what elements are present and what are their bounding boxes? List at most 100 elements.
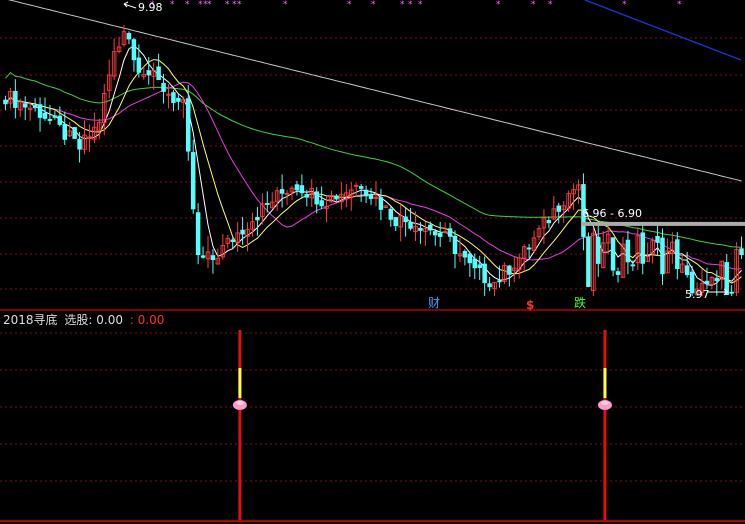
indicator-value: 0.00 bbox=[96, 313, 123, 327]
candle-body bbox=[131, 39, 137, 61]
candle-body bbox=[482, 263, 487, 284]
candle-body bbox=[507, 265, 512, 275]
top-marker: * bbox=[408, 0, 413, 10]
candle-body bbox=[388, 208, 394, 220]
range-label: 6.96 - 6.90 bbox=[582, 207, 642, 220]
candle-body bbox=[433, 231, 438, 236]
top-marker: * bbox=[207, 0, 212, 10]
candle-body bbox=[437, 232, 443, 237]
candle-body bbox=[729, 291, 734, 294]
candle-body bbox=[368, 194, 374, 199]
candle-body bbox=[358, 186, 364, 189]
candle-body bbox=[77, 138, 82, 150]
candle-body bbox=[363, 189, 369, 197]
candle-body bbox=[279, 189, 285, 194]
candle-body bbox=[393, 217, 398, 227]
candle-body bbox=[675, 239, 680, 269]
top-marker: * bbox=[170, 0, 175, 10]
candle-body bbox=[596, 236, 601, 264]
top-marker: * bbox=[677, 0, 682, 10]
top-marker: * bbox=[548, 0, 553, 10]
candle-body bbox=[408, 221, 413, 229]
candle-body bbox=[171, 92, 176, 103]
candle-body bbox=[62, 124, 68, 140]
top-marker: * bbox=[622, 0, 627, 10]
candle-body bbox=[190, 152, 196, 210]
candle-body bbox=[314, 191, 319, 205]
indicator-series-label: 选股: bbox=[64, 313, 93, 327]
candle-body bbox=[714, 277, 720, 282]
candle-body bbox=[556, 205, 562, 212]
candle-body bbox=[739, 248, 744, 255]
top-marker: * bbox=[418, 0, 423, 10]
candle-body bbox=[704, 280, 710, 285]
candle-body bbox=[472, 258, 478, 269]
signal-bar-highlight bbox=[603, 368, 607, 398]
top-marker: * bbox=[237, 0, 242, 10]
candle-body bbox=[610, 237, 616, 271]
candle-body bbox=[32, 104, 38, 109]
candle-body bbox=[428, 224, 433, 231]
indicator-title: 2018寻底 选股: 0.00 : 0.00 bbox=[3, 314, 164, 326]
top-marker: * bbox=[531, 0, 536, 10]
candle-body bbox=[304, 194, 310, 198]
candle-body bbox=[467, 253, 473, 264]
candle-body bbox=[660, 237, 665, 275]
candle-body bbox=[418, 227, 423, 231]
candle-body bbox=[195, 212, 201, 256]
candle-body bbox=[230, 239, 235, 243]
candle-body bbox=[546, 219, 552, 224]
top-marker: * bbox=[283, 0, 288, 10]
low-price-label: 5.97 bbox=[685, 288, 710, 301]
candle-body bbox=[176, 97, 181, 102]
candle-body bbox=[185, 98, 191, 152]
candle-body bbox=[156, 66, 161, 80]
candle-body bbox=[403, 216, 408, 223]
candle-body bbox=[294, 184, 300, 191]
candle-body bbox=[161, 82, 166, 92]
signal-bar bbox=[603, 330, 607, 520]
candle-body bbox=[57, 115, 63, 125]
candle-body bbox=[210, 255, 216, 261]
candle-body bbox=[477, 264, 482, 268]
candle-body bbox=[240, 229, 245, 235]
candle-body bbox=[22, 103, 28, 108]
candle-body bbox=[3, 99, 8, 105]
price-band bbox=[581, 221, 745, 226]
candle-body bbox=[640, 232, 645, 264]
signal-knob-highlight bbox=[600, 401, 609, 405]
candle-body bbox=[684, 265, 690, 276]
top-marker: * bbox=[347, 0, 352, 10]
candle-body bbox=[13, 90, 18, 108]
candle-body bbox=[497, 280, 502, 283]
candle-body bbox=[655, 235, 660, 243]
candle-body bbox=[265, 202, 270, 205]
candle-body bbox=[37, 104, 43, 118]
indicator-value-red: : 0.00 bbox=[129, 313, 165, 327]
indicator-name: 2018寻底 bbox=[3, 313, 58, 327]
candle-body bbox=[47, 119, 53, 121]
candle-body bbox=[146, 70, 151, 76]
candle-body bbox=[299, 185, 305, 194]
candle-body bbox=[526, 247, 532, 250]
signal-knob-highlight bbox=[235, 401, 244, 405]
candle-body bbox=[630, 264, 636, 267]
top-marker: * bbox=[496, 0, 501, 10]
candle-body bbox=[452, 235, 458, 255]
candle-body bbox=[334, 195, 339, 200]
candle-body bbox=[255, 216, 260, 221]
tag-die: 跌 bbox=[574, 296, 587, 310]
candle-body bbox=[378, 197, 384, 210]
candle-body bbox=[72, 127, 77, 139]
signal-bar bbox=[238, 330, 242, 520]
top-marker: * bbox=[400, 0, 405, 10]
candle-body bbox=[447, 228, 453, 237]
band-bar bbox=[581, 221, 745, 226]
candle-body bbox=[52, 115, 58, 118]
candle-body bbox=[319, 200, 324, 207]
candle-body bbox=[462, 251, 468, 258]
candle-body bbox=[42, 112, 48, 119]
stock-chart[interactable]: * * * * * * * * * * * * * * * * * * * * bbox=[0, 0, 745, 524]
candle-body bbox=[615, 271, 621, 275]
tag-cai: 财 bbox=[428, 296, 441, 310]
